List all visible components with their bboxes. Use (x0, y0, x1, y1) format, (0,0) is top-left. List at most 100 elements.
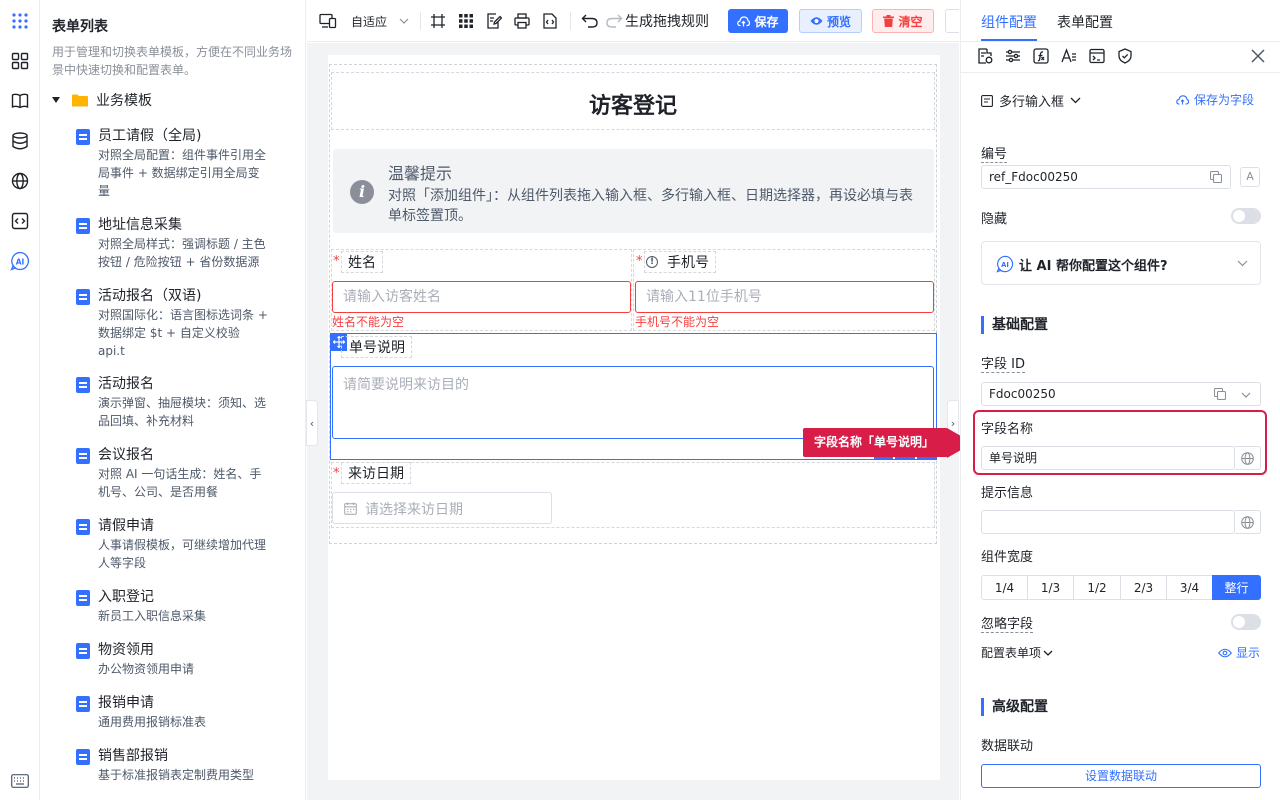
database-icon[interactable] (9, 130, 31, 152)
function-icon[interactable] (1033, 48, 1049, 68)
clear-button[interactable]: 清空 (872, 9, 934, 33)
component-type-selector[interactable]: 多行输入框 (981, 91, 1081, 110)
width-option[interactable]: 3/4 (1166, 575, 1213, 600)
globe-icon[interactable] (1235, 446, 1261, 470)
list-item[interactable]: 物资领用 办公物资领用申请 (76, 640, 296, 680)
folder-business-templates[interactable]: 业务模板 (52, 90, 152, 110)
list-item[interactable]: 活动报名 演示弹窗、抽屉模块：须知、选品回填、补充材料 (76, 374, 296, 430)
set-linkage-button[interactable]: 设置数据联动 (981, 764, 1261, 788)
collapse-left-handle[interactable]: ‹ (306, 400, 318, 446)
edit-icon[interactable] (304, 376, 305, 394)
app-grid-icon[interactable] (9, 10, 31, 32)
hidden-toggle[interactable] (1231, 208, 1261, 224)
edit-icon[interactable] (304, 695, 305, 713)
more-button[interactable] (945, 9, 959, 33)
grid-icon[interactable] (458, 10, 474, 32)
width-option[interactable]: 1/2 (1073, 575, 1121, 600)
caret-down-icon (52, 97, 60, 103)
form-items-dropdown[interactable]: 配置表单项 (981, 644, 1053, 661)
show-toggle-link[interactable]: 显示 (1218, 644, 1260, 661)
template-name: 销售部报销 (98, 748, 168, 764)
edit-icon[interactable] (304, 217, 305, 235)
undo-icon[interactable] (581, 10, 599, 32)
globe-icon[interactable] (9, 170, 31, 192)
copy-icon[interactable] (1210, 171, 1222, 183)
advanced-config-section: 高级配置 (981, 698, 1048, 716)
edit-icon[interactable] (304, 748, 305, 766)
hint-label: 提示信息 (981, 486, 1034, 501)
ai-config-prompt[interactable]: AI 让 AI 帮你配置这个组件? (981, 241, 1261, 285)
textarea-icon (981, 94, 993, 107)
tab-form-config[interactable]: 表单配置 (1057, 12, 1113, 32)
list-item[interactable]: 地址信息采集 对照全局样式：强调标题 / 主色按钮 / 危险按钮 + 省份数据源 (76, 215, 296, 271)
chevron-down-icon (1070, 97, 1081, 104)
name-input[interactable]: 请输入访客姓名 (332, 281, 631, 313)
frame-icon[interactable] (430, 10, 446, 32)
list-item[interactable]: 入职登记 新员工入职信息采集 (76, 587, 296, 627)
config-panel: 组件配置 表单配置 多行输入框 保存为字段 编号 ref_Fdoc00250 A (960, 0, 1280, 800)
list-item[interactable]: 请假申请 人事请假模板，可继续增加代理人等字段 (76, 516, 296, 572)
close-icon[interactable] (1251, 49, 1265, 67)
text-style-icon[interactable] (1061, 48, 1077, 68)
field-label-name: 姓名 (341, 251, 383, 273)
id-input[interactable]: ref_Fdoc00250 (981, 165, 1231, 189)
chevron-down-icon (399, 18, 409, 24)
component-doc-icon[interactable] (977, 48, 993, 68)
tab-component-config[interactable]: 组件配置 (981, 12, 1037, 32)
template-description: 对照国际化：语言图标选词条 + 数据绑定 $t + 自定义校验 api.t (98, 308, 268, 358)
code-icon[interactable] (9, 210, 31, 232)
globe-icon[interactable] (1235, 510, 1261, 534)
shield-icon[interactable] (1117, 48, 1133, 68)
field-id-select[interactable]: Fdoc00250 (981, 382, 1261, 406)
edit-icon[interactable] (304, 128, 305, 146)
save-button[interactable]: 保存 (728, 9, 788, 33)
copy-icon[interactable] (1214, 388, 1226, 400)
chevron-down-icon (1241, 392, 1251, 398)
edit-form-icon[interactable] (486, 10, 502, 32)
edit-icon[interactable] (304, 518, 305, 536)
keyboard-icon[interactable] (9, 770, 31, 792)
print-icon[interactable] (514, 10, 530, 32)
info-icon: i (350, 180, 374, 204)
tip-alert[interactable]: i 温馨提示 对照「添加组件」：从组件列表拖入输入框、多行输入框、日期选择器，再… (333, 149, 934, 233)
phone-input[interactable]: 请输入11位手机号 (635, 281, 934, 313)
ai-icon[interactable]: AI (9, 250, 31, 272)
field-id-label: 字段 ID (981, 357, 1025, 373)
eye-icon (1218, 648, 1232, 657)
width-option[interactable]: 1/3 (1027, 575, 1074, 600)
folder-label: 业务模板 (96, 93, 152, 109)
template-name: 地址信息采集 (98, 217, 182, 233)
field-label-note: 单号说明 (341, 336, 412, 358)
template-description: 通用费用报销标准表 (98, 715, 207, 729)
list-item[interactable]: 员工请假（全局) 对照全局配置：组件事件引用全局事件 + 数据绑定引用全局变量 (76, 126, 296, 200)
template-name: 请假申请 (98, 518, 154, 534)
json-icon[interactable] (542, 10, 558, 32)
book-icon[interactable] (9, 90, 31, 112)
width-option[interactable]: 1/4 (981, 575, 1028, 600)
list-item[interactable]: 报销申请 通用费用报销标准表 (76, 693, 296, 733)
field-id-value: Fdoc00250 (989, 387, 1056, 401)
preview-button[interactable]: 预览 (799, 9, 862, 33)
edit-icon[interactable] (304, 642, 305, 660)
list-item[interactable]: 会议报名 对照 AI 一句话生成：姓名、手机号、公司、是否用餐 (76, 445, 296, 501)
list-item[interactable]: 活动报名（双语) 对照国际化：语言图标选词条 + 数据绑定 $t + 自定义校验… (76, 286, 296, 360)
edit-icon[interactable] (304, 589, 305, 607)
save-as-field-link[interactable]: 保存为字段 (1176, 91, 1254, 108)
hint-input[interactable] (981, 510, 1235, 534)
edit-icon[interactable] (304, 288, 305, 306)
date-picker[interactable]: 请选择来访日期 (332, 492, 552, 524)
width-option[interactable]: 2/3 (1120, 575, 1167, 600)
redo-icon[interactable] (605, 10, 623, 32)
window-icon[interactable] (1089, 48, 1105, 68)
generate-rules-button[interactable]: 生成拖拽规则 (625, 10, 709, 32)
width-option-selected[interactable]: 整行 (1212, 575, 1261, 600)
field-name-input[interactable]: 单号说明 (981, 446, 1235, 470)
text-format-icon[interactable]: A (1240, 167, 1260, 187)
sliders-icon[interactable] (1005, 48, 1021, 68)
ignore-field-toggle[interactable] (1231, 614, 1261, 630)
device-selector[interactable]: 自适应 (319, 10, 409, 32)
id-value: ref_Fdoc00250 (989, 170, 1078, 184)
edit-icon[interactable] (304, 447, 305, 465)
components-icon[interactable] (9, 50, 31, 72)
list-item[interactable]: 销售部报销 基于标准报销表定制费用类型 (76, 746, 296, 786)
